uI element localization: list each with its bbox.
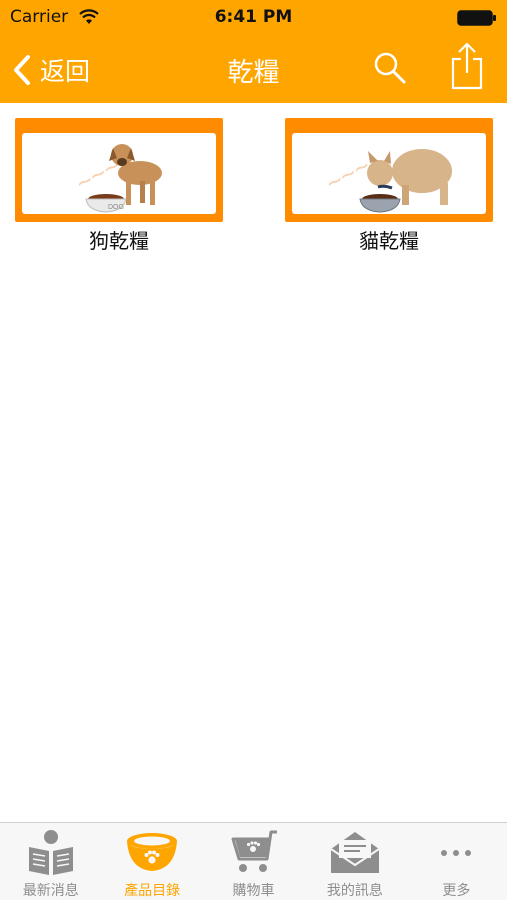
dog-food-image: ~~~ DOG — [15, 118, 223, 222]
tab-latest-news[interactable]: 最新消息 — [0, 823, 101, 900]
product-label: 貓乾糧 — [359, 229, 419, 253]
back-button-label: 返回 — [40, 57, 91, 86]
tab-label: 購物車 — [232, 883, 275, 899]
tab-more[interactable]: 更多 — [406, 823, 507, 900]
navigation-bar: 返回 乾糧 — [0, 36, 507, 103]
tab-bar: 最新消息 產品目錄 購物車 我的訊息 更多 — [0, 822, 507, 900]
bowl-label: DOG — [108, 204, 124, 211]
svg-text:~~~: ~~~ — [321, 150, 375, 198]
newspaper-icon — [28, 830, 73, 875]
share-icon[interactable] — [448, 42, 486, 90]
tab-shopping-cart[interactable]: 購物車 — [203, 823, 304, 900]
product-label: 狗乾糧 — [89, 229, 149, 253]
pet-bowl-icon — [127, 833, 178, 871]
more-icon — [441, 850, 472, 856]
tab-label: 我的訊息 — [326, 883, 383, 899]
tab-product-catalog[interactable]: 產品目錄 — [101, 823, 202, 900]
tab-my-messages[interactable]: 我的訊息 — [304, 823, 405, 900]
shopping-cart-icon — [231, 830, 277, 872]
app-header: Carrier 6:41 PM 返回 乾糧 — [0, 0, 507, 103]
product-card-cat-food[interactable]: ~~~ 貓乾糧 — [285, 118, 493, 254]
tab-label: 更多 — [442, 883, 471, 899]
mail-icon — [330, 832, 380, 873]
battery-icon — [457, 10, 496, 26]
chevron-left-icon — [14, 55, 30, 85]
cat-food-image: ~~~ — [285, 118, 493, 222]
tab-label: 產品目錄 — [124, 883, 181, 899]
back-button[interactable]: 返回 — [12, 50, 90, 90]
product-card-dog-food[interactable]: ~~~ DOG 狗乾糧 — [15, 118, 223, 254]
status-bar: Carrier 6:41 PM — [0, 0, 507, 36]
search-icon[interactable] — [372, 50, 408, 86]
clock: 6:41 PM — [214, 7, 293, 27]
tab-label: 最新消息 — [22, 883, 79, 899]
